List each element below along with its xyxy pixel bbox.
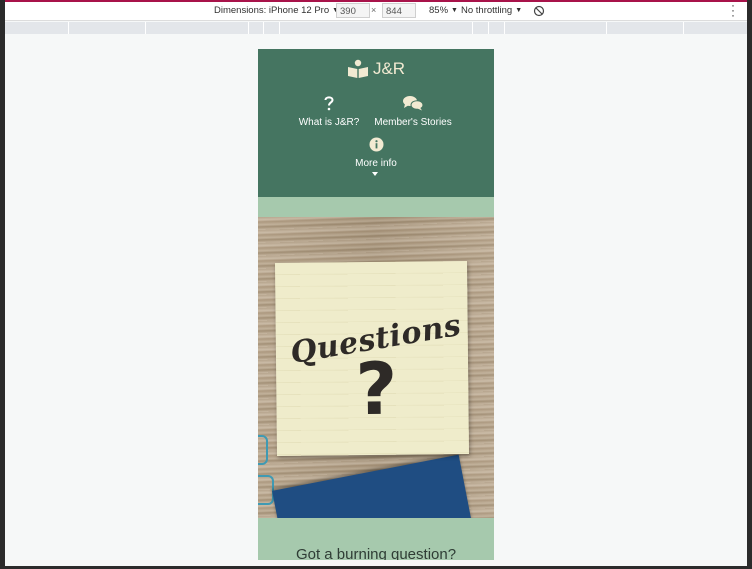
kebab-menu-icon[interactable]: · · · <box>729 2 737 21</box>
device-selector-label: Dimensions: iPhone 12 Pro <box>214 5 330 16</box>
speech-bubbles-icon <box>403 96 424 111</box>
width-input[interactable]: 390 <box>336 3 370 18</box>
paperclip-icon <box>258 435 268 465</box>
open-book-reader-icon <box>347 59 368 78</box>
device-toolbar: Dimensions: iPhone 12 Pro ▼ 390 × 844 85… <box>5 2 747 21</box>
nav-more-info[interactable]: More info <box>346 137 406 169</box>
nav-member-stories-label: Member's Stories <box>374 117 452 128</box>
zoom-selector[interactable]: 85% ▼ <box>429 5 458 16</box>
sticky-note: Questions ? <box>274 261 470 456</box>
info-circle-icon <box>369 137 383 152</box>
site-header: J&R What is J&R? Member's Stories More i… <box>258 49 494 197</box>
dropdown-arrow-icon: ▼ <box>515 7 523 14</box>
site-logo[interactable]: J&R <box>258 59 494 79</box>
sticky-note-question-mark: ? <box>354 346 398 432</box>
mobile-viewport: J&R What is J&R? Member's Stories More i… <box>258 49 494 560</box>
section-heading: Got a burning question? <box>295 546 457 560</box>
hero-image: Questions ? <box>258 217 494 518</box>
height-input[interactable]: 844 <box>382 3 416 18</box>
logo-text: J&R <box>372 59 406 78</box>
question-mark-icon <box>324 96 334 111</box>
nav-member-stories[interactable]: Member's Stories <box>372 95 454 128</box>
chevron-down-icon[interactable] <box>372 172 378 176</box>
device-selector[interactable]: Dimensions: iPhone 12 Pro ▼ <box>214 5 339 16</box>
browser-devtools-frame: Dimensions: iPhone 12 Pro ▼ 390 × 844 85… <box>5 0 747 566</box>
dropdown-arrow-icon: ▼ <box>451 7 458 14</box>
throttling-label: No throttling <box>461 5 513 16</box>
media-query-ruler[interactable] <box>5 22 747 34</box>
nav-what-is-label: What is J&R? <box>298 117 360 128</box>
rotate-icon[interactable] <box>533 5 545 17</box>
zoom-label: 85% <box>429 5 449 16</box>
nav-more-info-label: More info <box>355 158 397 169</box>
dimension-separator: × <box>371 5 377 15</box>
nav-what-is[interactable]: What is J&R? <box>298 95 360 128</box>
throttling-selector[interactable]: No throttling ▼ <box>461 5 522 16</box>
